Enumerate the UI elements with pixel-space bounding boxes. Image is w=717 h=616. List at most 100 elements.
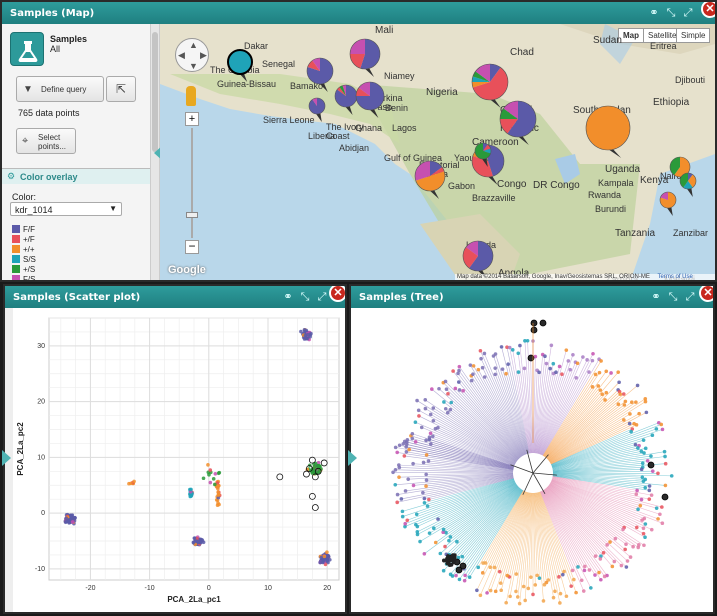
pie-marker[interactable] (334, 84, 358, 115)
map-panel-titlebar[interactable]: Samples (Map) (2, 2, 715, 24)
select-points-button[interactable]: ⌖ Select points... (16, 128, 76, 154)
terms-link[interactable]: Terms of Use (658, 274, 693, 280)
tree-leaf (425, 504, 430, 508)
tree-leaf (427, 435, 432, 440)
tree-leaf (402, 454, 407, 458)
scatter-plot[interactable]: -20 -10 0 10 20 -10 0 10 20 30 PCA_2La_pc1 PCA_2La_… (9, 308, 345, 614)
pie-marker[interactable] (306, 57, 334, 92)
tree-leaf (526, 586, 531, 591)
tree-leaf (423, 406, 428, 411)
pie-marker[interactable] (679, 172, 697, 197)
tree-leaf (571, 352, 575, 357)
pie-marker[interactable] (414, 160, 446, 199)
tree-selected-leaf (455, 566, 463, 574)
open-external-button[interactable]: ⇱ (106, 76, 136, 102)
map-panel: Samples (Map) ⚭ ⤡ ⤢ ✕ Samples All ▼ Defi… (0, 0, 717, 282)
tree-leaf (410, 436, 415, 441)
tree-branch (546, 382, 620, 459)
external-link-icon: ⇱ (116, 82, 127, 96)
tree-internal-branch (510, 464, 534, 474)
tree-leaf (647, 488, 652, 493)
tree-leaf (451, 560, 456, 565)
tree-view[interactable] (351, 308, 713, 614)
pie-markers[interactable] (160, 24, 715, 282)
pie-marker[interactable] (659, 191, 677, 216)
legend-swatch (12, 235, 20, 243)
pie-marker[interactable] (308, 97, 326, 122)
pie-marker[interactable] (499, 100, 537, 145)
link-icon[interactable]: ⚭ (281, 290, 295, 304)
tree-expand-arrow[interactable] (348, 450, 357, 466)
tree-leaf (480, 365, 485, 370)
tree-leaf (587, 370, 591, 374)
map-view[interactable]: ▲ ▼ ◀ ▶ + − Map Satellite Simple Mali Cha… (160, 24, 715, 280)
tree-leaf (414, 522, 418, 527)
tree-leaf (548, 366, 552, 371)
tree-leaf (663, 461, 668, 466)
y-tick-label: -10 (35, 566, 45, 573)
link-icon[interactable]: ⚭ (649, 290, 663, 304)
tree-leaf (500, 367, 505, 371)
color-overlay-header[interactable]: ⚙ Color overlay (2, 168, 150, 184)
define-query-button[interactable]: ▼ Define query (16, 76, 104, 102)
tree-leaf (415, 530, 420, 534)
pie-marker[interactable] (227, 49, 253, 82)
tree-leaf (654, 427, 659, 431)
scatter-panel: Samples (Scatter plot) ⚭ ⤡ ⤢ ✕ -20 -10 0 10… (3, 284, 347, 614)
tree-leaf (518, 343, 522, 348)
scatter-expand-arrow[interactable] (2, 450, 11, 466)
scatter-point (325, 550, 329, 555)
scatter-close-button[interactable]: ✕ (329, 286, 345, 302)
scatter-point (213, 472, 218, 476)
tree-leaf (602, 574, 607, 579)
link-icon[interactable]: ⚭ (647, 6, 661, 20)
tree-close-button[interactable]: ✕ (699, 286, 713, 302)
map-close-button[interactable]: ✕ (701, 2, 715, 18)
tree-leaf (407, 447, 411, 452)
scatter-point (320, 560, 325, 565)
tree-leaf (493, 352, 498, 356)
tree-leaf (659, 422, 664, 427)
tree-leaf (557, 364, 562, 369)
tree-leaf (430, 387, 434, 391)
scatter-point (216, 492, 221, 497)
minimize-icon[interactable]: ⤡ (298, 290, 312, 304)
pie-marker[interactable] (585, 105, 631, 158)
tree-leaf (634, 400, 638, 404)
tree-leaf (576, 565, 580, 569)
tree-panel: Samples (Tree) ⚭ ⤡ ⤢ ✕ (349, 284, 715, 614)
pie-marker[interactable] (349, 38, 381, 77)
maximize-icon[interactable]: ⤢ (681, 6, 695, 20)
pie-marker[interactable] (471, 63, 509, 108)
tree-leaf (468, 363, 473, 367)
tree-leaf (529, 575, 533, 579)
tree-leaf (475, 588, 479, 593)
tree-leaf (593, 554, 598, 558)
tree-leaf (641, 526, 646, 531)
tree-leaf (451, 369, 455, 373)
tree-leaf (574, 590, 578, 595)
map-panel-title: Samples (Map) (10, 8, 95, 19)
tree-internal-branch (522, 472, 534, 495)
scatter-point (208, 480, 213, 485)
tree-leaf (413, 440, 418, 444)
minimize-icon[interactable]: ⤡ (666, 290, 680, 304)
tree-leaf (635, 488, 639, 493)
tree-leaf (622, 403, 627, 407)
maximize-icon[interactable]: ⤢ (315, 290, 329, 304)
tree-leaf (393, 483, 398, 487)
scatter-point (309, 331, 313, 336)
tree-leaf (457, 364, 462, 369)
tree-leaf (554, 370, 558, 375)
tree-leaf (637, 411, 641, 416)
tree-leaf (431, 434, 435, 439)
tree-leaf (505, 573, 510, 578)
tree-leaf (591, 351, 595, 356)
tree-leaf (656, 471, 660, 476)
pie-marker[interactable] (355, 81, 385, 118)
minimize-icon[interactable]: ⤡ (664, 6, 678, 20)
maximize-icon[interactable]: ⤢ (683, 290, 697, 304)
tree-leaf (457, 388, 462, 392)
color-select[interactable]: kdr_1014 ▼ (10, 202, 122, 216)
tree-leaf (405, 518, 410, 523)
